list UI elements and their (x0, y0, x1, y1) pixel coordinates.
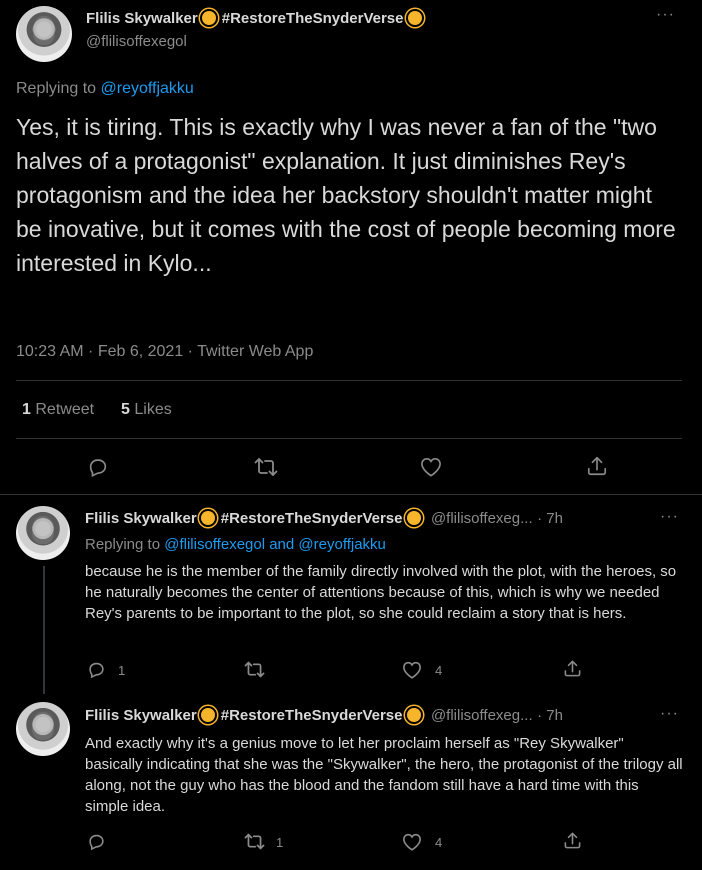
author-line: Flilis Skywalker #RestoreTheSnyderVerse @… (85, 510, 563, 528)
like-icon[interactable] (420, 457, 442, 477)
share-icon[interactable] (586, 455, 608, 477)
replying-to-link[interactable]: @flilisoffexegol and @reyoffjakku (164, 536, 386, 553)
more-icon[interactable]: ··· (660, 508, 679, 526)
tweet-time[interactable]: · 7h (537, 510, 563, 527)
avatar[interactable] (16, 506, 70, 560)
display-name[interactable]: Flilis Skywalker (86, 10, 198, 27)
display-name[interactable]: Flilis Skywalker (85, 510, 197, 527)
tweet-timestamp[interactable]: 10:23 AM · Feb 6, 2021 · Twitter Web App (16, 343, 313, 361)
sun-emoji-icon (200, 708, 215, 722)
reply-icon[interactable] (87, 832, 106, 851)
retweet-count: 1 (276, 835, 284, 850)
sun-emoji-icon (406, 511, 421, 525)
more-icon[interactable]: ··· (656, 6, 675, 24)
author-handle[interactable]: @flilisoffexegol (86, 33, 187, 50)
author-handle[interactable]: @flilisoffexeg... (431, 510, 533, 527)
replying-label: Replying to (85, 536, 161, 553)
tweet-text: because he is the member of the family d… (85, 563, 677, 622)
more-icon[interactable]: ··· (660, 705, 679, 723)
retweets-stat[interactable]: 1 Retweet (22, 401, 94, 419)
reply-icon[interactable] (87, 660, 106, 679)
sun-emoji-icon (406, 708, 421, 722)
display-name[interactable]: Flilis Skywalker (85, 707, 197, 724)
avatar[interactable] (16, 702, 70, 756)
tweet-text: Yes, it is tiring. This is exactly why I… (16, 114, 676, 276)
replying-to-line: Replying to @flilisoffexegol and @reyoff… (85, 536, 386, 553)
divider (0, 494, 702, 495)
retweet-icon[interactable] (254, 456, 278, 478)
author-handle[interactable]: @flilisoffexeg... (431, 707, 533, 724)
avatar[interactable] (16, 6, 72, 62)
replying-label: Replying to (16, 80, 97, 97)
tweet-text: And exactly why it's a genius move to le… (85, 735, 683, 815)
likes-stat[interactable]: 5 Likes (121, 401, 172, 419)
divider (16, 438, 682, 439)
sun-emoji-icon (200, 511, 215, 525)
retweet-icon[interactable] (244, 660, 265, 679)
hashtag-in-name: #RestoreTheSnyderVerse (220, 510, 403, 527)
likes-label: Likes (134, 401, 172, 418)
reply-icon[interactable] (87, 456, 109, 478)
hashtag-in-name: #RestoreTheSnyderVerse (220, 707, 403, 724)
like-count: 4 (435, 663, 443, 678)
share-icon[interactable] (563, 659, 582, 678)
replying-to-link[interactable]: @reyoffjakku (101, 80, 194, 97)
reply-count: 1 (118, 663, 126, 678)
like-icon[interactable] (402, 661, 422, 679)
retweet-icon[interactable] (244, 832, 265, 851)
replying-to-line: Replying to @reyoffjakku (16, 80, 194, 98)
share-icon[interactable] (563, 831, 582, 850)
sun-emoji-icon (201, 11, 216, 25)
author-line: Flilis Skywalker #RestoreTheSnyderVerse (86, 10, 428, 28)
like-icon[interactable] (402, 833, 422, 851)
retweets-count: 1 (22, 401, 31, 418)
hashtag-in-name: #RestoreTheSnyderVerse (221, 10, 404, 27)
retweets-label: Retweet (35, 401, 95, 418)
sun-emoji-icon (407, 11, 422, 25)
likes-count: 5 (121, 401, 130, 418)
author-line: Flilis Skywalker #RestoreTheSnyderVerse @… (85, 707, 563, 725)
like-count: 4 (435, 835, 443, 850)
thread-line (43, 566, 45, 694)
tweet-time[interactable]: · 7h (537, 707, 563, 724)
divider (16, 380, 682, 381)
